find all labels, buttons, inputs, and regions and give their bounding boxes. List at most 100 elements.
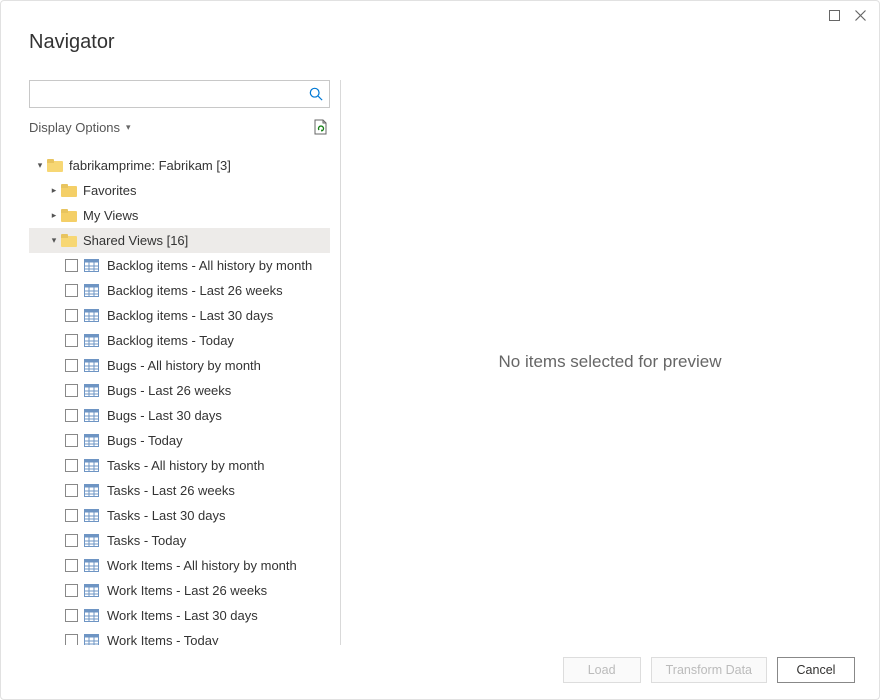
search-box[interactable] [29,80,330,108]
tree-leaf[interactable]: Tasks - All history by month [29,453,330,478]
table-icon [84,384,99,397]
table-icon [84,459,99,472]
chevron-down-icon: ▾ [126,122,131,133]
tree-node-sharedviews[interactable]: ▾ Shared Views [16] [29,228,330,253]
tree-label: Work Items - Last 26 weeks [107,583,267,598]
search-input[interactable] [30,81,303,107]
checkbox[interactable] [65,534,78,547]
tree-label: My Views [83,208,138,223]
tree-label: Bugs - Last 30 days [107,408,222,423]
checkbox[interactable] [65,309,78,322]
transform-data-button[interactable]: Transform Data [651,657,767,683]
caret-down-icon[interactable]: ▾ [35,161,45,171]
tree-leaf[interactable]: Bugs - Last 30 days [29,403,330,428]
display-options-dropdown[interactable]: Display Options ▾ [29,120,131,135]
checkbox[interactable] [65,634,78,645]
checkbox[interactable] [65,359,78,372]
refresh-page-icon [312,119,328,135]
tree-label: Backlog items - Today [107,333,234,348]
table-icon-wrap [84,359,99,372]
tree-leaf[interactable]: Work Items - Last 30 days [29,603,330,628]
table-icon-wrap [84,259,99,272]
tree-leaf[interactable]: Tasks - Last 26 weeks [29,478,330,503]
cancel-button[interactable]: Cancel [777,657,855,683]
table-icon [84,534,99,547]
table-icon-wrap [84,309,99,322]
tree-label: Shared Views [16] [83,233,188,248]
tree-leaf[interactable]: Work Items - All history by month [29,553,330,578]
caret-right-icon[interactable]: ▸ [49,211,59,221]
titlebar [1,1,879,31]
tree-leaf[interactable]: Work Items - Today [29,628,330,645]
tree-label: Bugs - All history by month [107,358,261,373]
table-icon-wrap [84,584,99,597]
checkbox[interactable] [65,409,78,422]
page-title: Navigator [29,31,851,54]
checkbox[interactable] [65,484,78,497]
tree-leaf[interactable]: Work Items - Last 26 weeks [29,578,330,603]
table-icon-wrap [84,484,99,497]
maximize-button[interactable] [821,3,847,29]
table-icon [84,634,99,645]
tree-label: Work Items - Today [107,633,219,645]
tree-leaf[interactable]: Tasks - Last 30 days [29,503,330,528]
navigator-dialog: Navigator Display Options ▾ [0,0,880,700]
checkbox[interactable] [65,509,78,522]
display-options-label: Display Options [29,120,120,135]
close-button[interactable] [847,3,873,29]
options-row: Display Options ▾ [29,116,330,140]
tree-leaf[interactable]: Bugs - Last 26 weeks [29,378,330,403]
footer: Load Transform Data Cancel [1,645,879,699]
tree-node-myviews[interactable]: ▸ My Views [29,203,330,228]
table-icon [84,584,99,597]
checkbox[interactable] [65,284,78,297]
checkbox[interactable] [65,609,78,622]
tree-leaf[interactable]: Backlog items - Today [29,328,330,353]
checkbox[interactable] [65,459,78,472]
folder-icon [61,234,77,247]
caret-down-icon[interactable]: ▾ [49,236,59,246]
refresh-button[interactable] [310,117,330,137]
tree-leaf[interactable]: Backlog items - Last 30 days [29,303,330,328]
tree-leaf[interactable]: Bugs - All history by month [29,353,330,378]
table-icon-wrap [84,434,99,447]
folder-icon [47,159,63,172]
left-pane: Display Options ▾ ▾ fa [1,80,341,645]
tree-leaf[interactable]: Tasks - Today [29,528,330,553]
tree-leaf[interactable]: Bugs - Today [29,428,330,453]
load-button[interactable]: Load [563,657,641,683]
checkbox[interactable] [65,259,78,272]
table-icon-wrap [84,334,99,347]
table-icon [84,309,99,322]
caret-right-icon[interactable]: ▸ [49,186,59,196]
tree-leaf[interactable]: Backlog items - All history by month [29,253,330,278]
checkbox[interactable] [65,384,78,397]
search-icon-button[interactable] [303,81,329,107]
table-icon [84,284,99,297]
tree-label: Bugs - Last 26 weeks [107,383,231,398]
shared-views-children: Backlog items - All history by month Back… [29,253,330,645]
tree-label: Bugs - Today [107,433,183,448]
table-icon-wrap [84,459,99,472]
tree-node-favorites[interactable]: ▸ Favorites [29,178,330,203]
table-icon [84,409,99,422]
checkbox[interactable] [65,434,78,447]
close-icon [855,10,866,21]
checkbox[interactable] [65,334,78,347]
tree-leaf[interactable]: Backlog items - Last 26 weeks [29,278,330,303]
preview-pane: No items selected for preview [341,80,879,645]
checkbox[interactable] [65,559,78,572]
content: Display Options ▾ ▾ fa [1,62,879,645]
table-icon-wrap [84,559,99,572]
table-icon-wrap [84,609,99,622]
preview-placeholder: No items selected for preview [499,352,722,372]
table-icon [84,434,99,447]
table-icon [84,334,99,347]
maximize-icon [829,10,840,21]
checkbox[interactable] [65,584,78,597]
tree-node-root[interactable]: ▾ fabrikamprime: Fabrikam [3] [29,153,330,178]
tree-view[interactable]: ▾ fabrikamprime: Fabrikam [3] ▸ Favorite… [29,153,330,645]
table-icon [84,259,99,272]
folder-icon [61,184,77,197]
tree-label: Backlog items - Last 26 weeks [107,283,283,298]
